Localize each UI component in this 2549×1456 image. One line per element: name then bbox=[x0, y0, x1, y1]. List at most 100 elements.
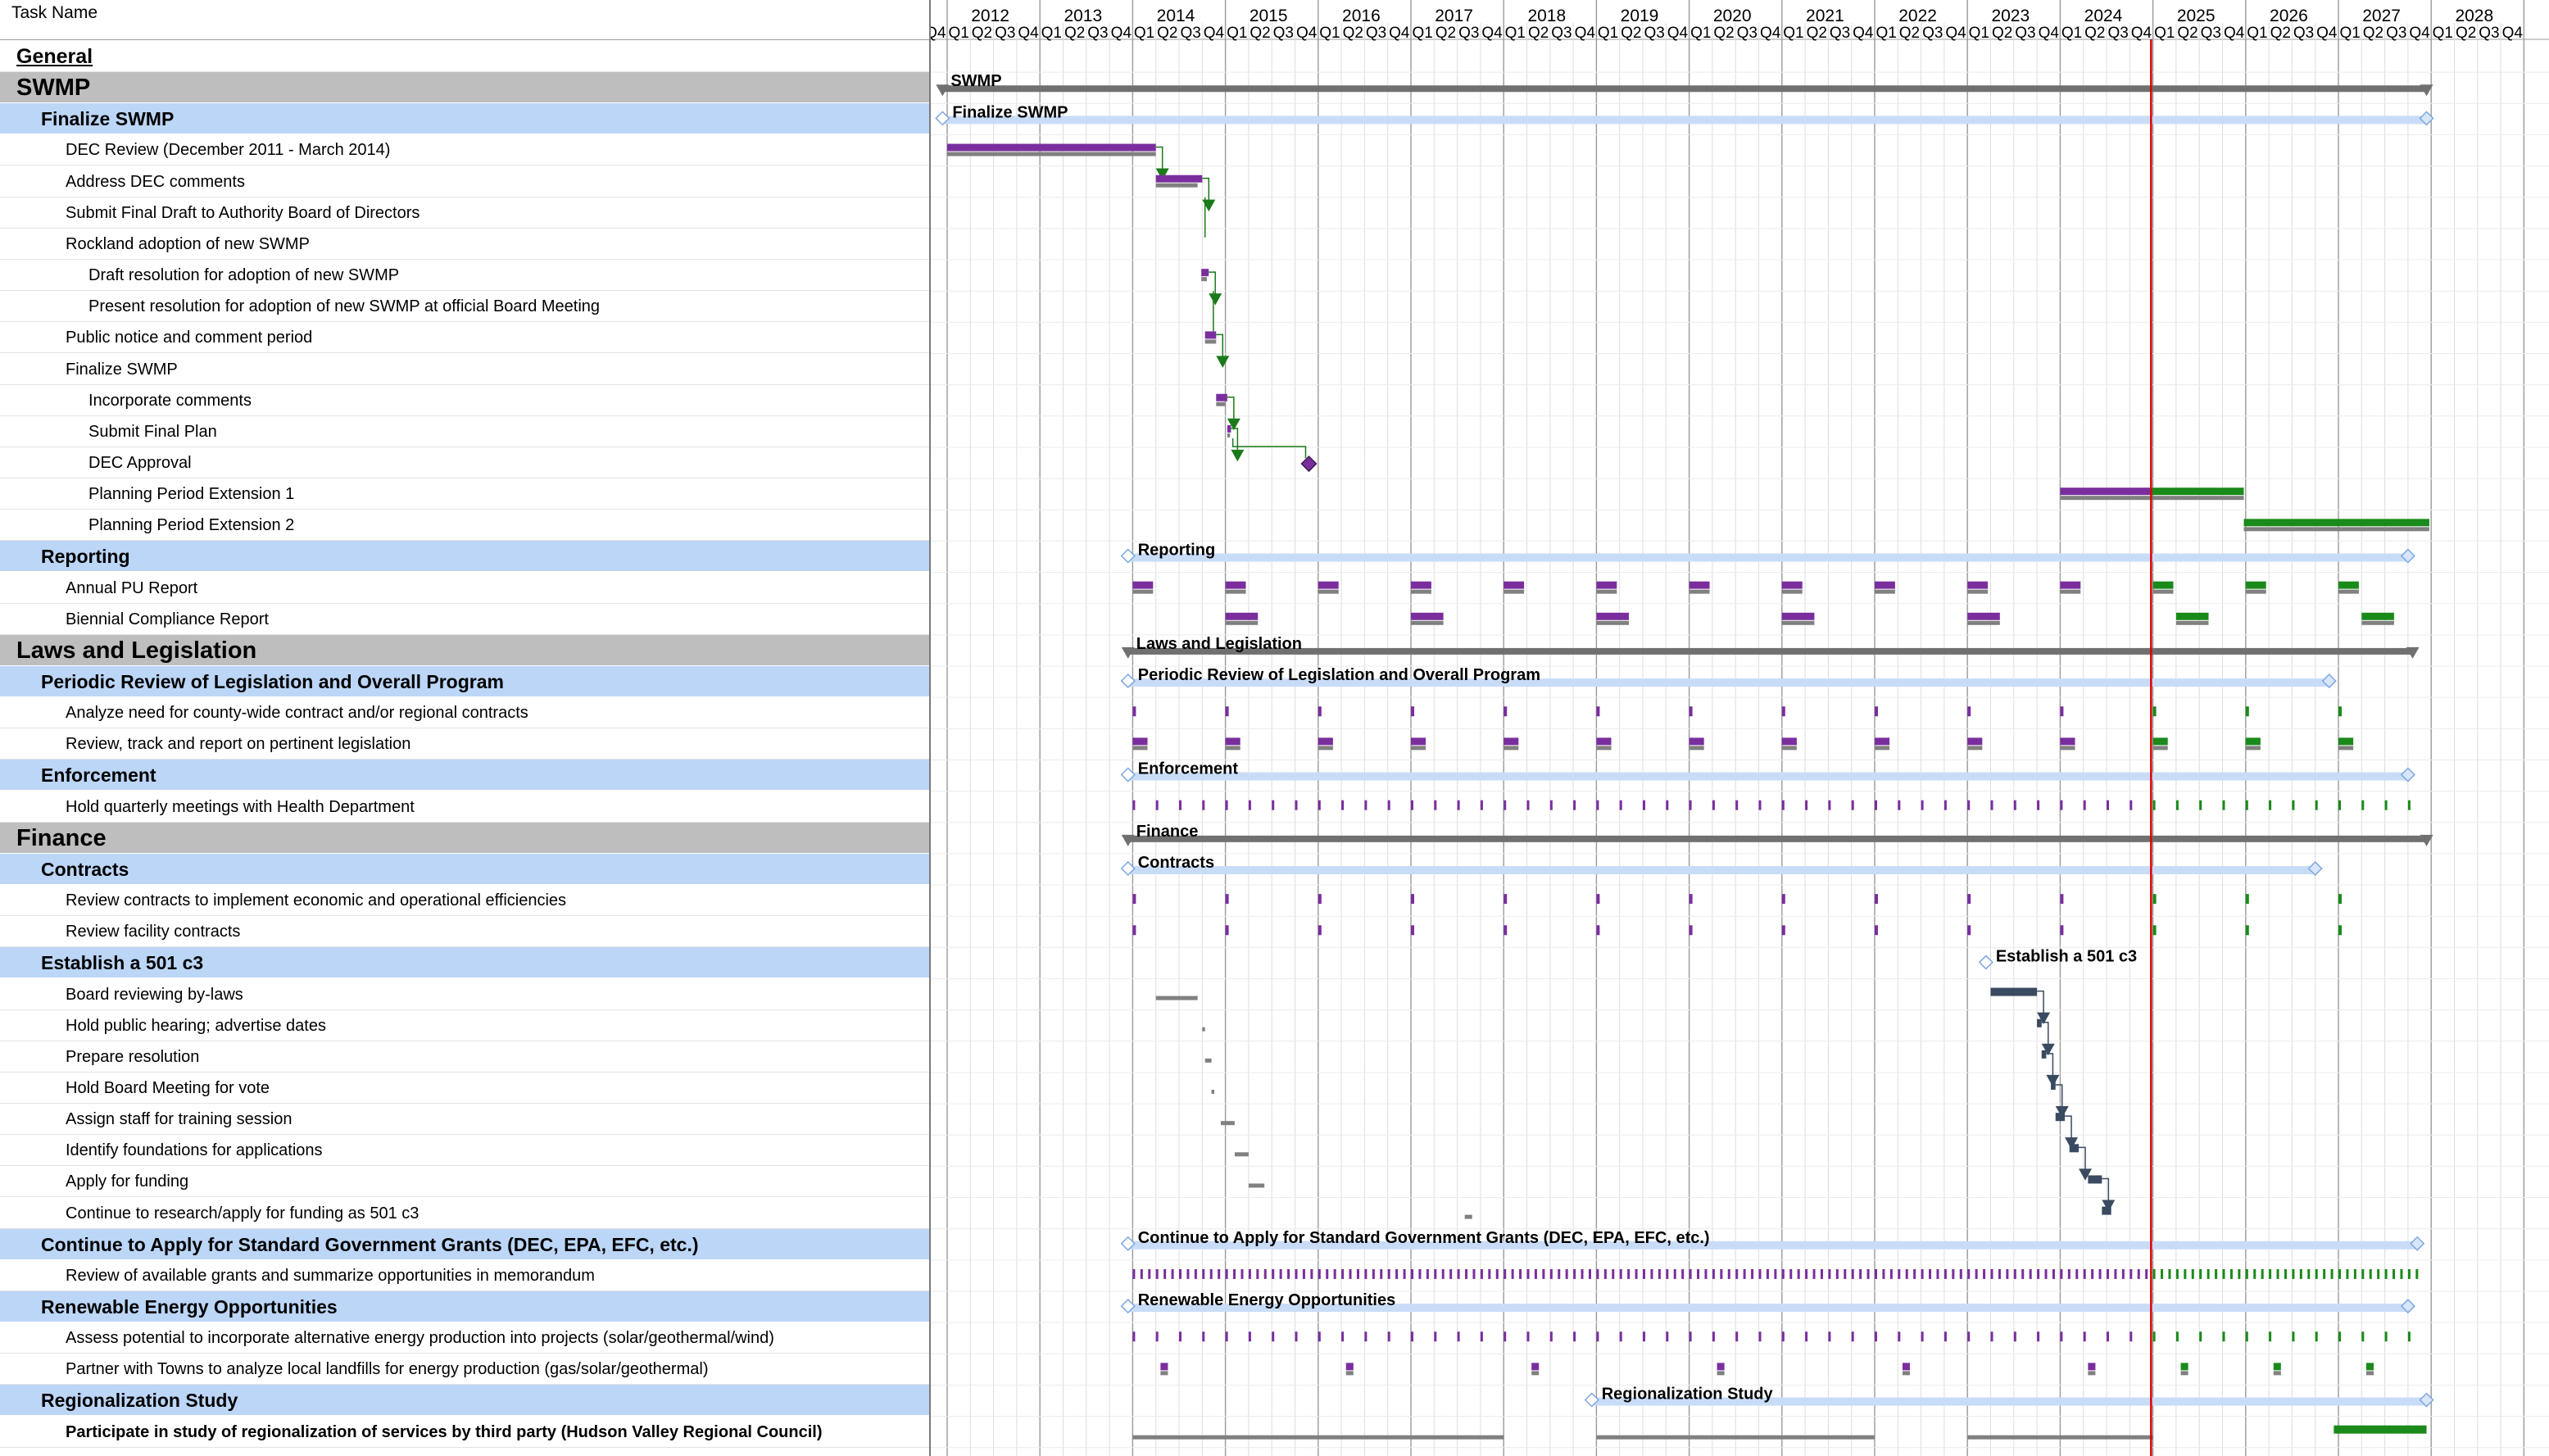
recurring-bar bbox=[1781, 612, 1815, 620]
monthly-tick bbox=[1457, 1268, 1460, 1279]
quarterly-tick bbox=[2361, 1331, 2365, 1342]
task-name-label: General bbox=[16, 45, 93, 68]
task-name-label: Apply for funding bbox=[66, 1173, 189, 1191]
task-row[interactable]: Hold Board Meeting for vote bbox=[0, 1073, 929, 1104]
task-row[interactable]: Assess potential to incorporate alternat… bbox=[0, 1322, 929, 1354]
quarter-label: Q2 bbox=[1250, 25, 1270, 42]
quarterly-tick bbox=[2175, 1331, 2179, 1342]
task-row[interactable]: Review facility contracts bbox=[0, 916, 929, 948]
task-row[interactable]: Contracts bbox=[0, 853, 929, 885]
monthly-tick bbox=[1302, 1268, 1305, 1279]
baseline-bar bbox=[1596, 746, 1612, 751]
recurring-bar bbox=[1318, 581, 1339, 589]
task-row[interactable]: DEC Approval bbox=[0, 447, 929, 479]
task-row[interactable]: Public notice and comment period bbox=[0, 322, 929, 354]
recurring-bar bbox=[1132, 737, 1148, 746]
task-row[interactable]: Review, track and report on pertinent le… bbox=[0, 728, 929, 760]
task-row[interactable]: Present resolution for adoption of new S… bbox=[0, 291, 929, 323]
monthly-tick bbox=[2184, 1268, 2187, 1279]
task-row[interactable]: Board reviewing by-laws bbox=[0, 979, 929, 1010]
task-row[interactable]: Submit Final Draft to Authority Board of… bbox=[0, 197, 929, 229]
monthly-tick bbox=[1372, 1268, 1375, 1279]
monthly-tick bbox=[1812, 1268, 1816, 1279]
monthly-tick bbox=[1573, 1268, 1576, 1279]
task-row[interactable]: Review contracts to implement economic a… bbox=[0, 885, 929, 917]
task-row[interactable]: Continue to Apply for Standard Governmen… bbox=[0, 1228, 929, 1260]
task-row[interactable]: Incorporate comments bbox=[0, 385, 929, 416]
quarterly-tick bbox=[1712, 1331, 1715, 1342]
task-row[interactable]: Periodic Review of Legislation and Overa… bbox=[0, 666, 929, 697]
task-row[interactable]: Continue to research/apply for funding a… bbox=[0, 1198, 929, 1229]
quarter-label: Q2 bbox=[1807, 25, 1827, 42]
baseline-bar bbox=[947, 152, 1156, 156]
task-row[interactable]: Finance bbox=[0, 822, 929, 854]
task-row[interactable]: Finalize SWMP bbox=[0, 103, 929, 135]
task-row[interactable]: Renewable Energy Opportunities bbox=[0, 1291, 929, 1322]
task-name-label: Continue to research/apply for funding a… bbox=[66, 1204, 420, 1222]
task-name-label: Annual PU Report bbox=[66, 578, 198, 597]
quarterly-tick bbox=[1921, 800, 1924, 810]
task-row[interactable]: Planning Period Extension 2 bbox=[0, 510, 929, 542]
task-row[interactable]: Establish a 501 c3 bbox=[0, 947, 929, 979]
monthly-tick bbox=[1998, 1268, 2001, 1279]
task-row[interactable]: Finalize SWMP bbox=[0, 354, 929, 385]
monthly-tick bbox=[1380, 1268, 1383, 1279]
summary-bar bbox=[1127, 553, 2408, 562]
task-row[interactable]: DEC Review (December 2011 - March 2014) bbox=[0, 134, 929, 166]
quarter-label: Q1 bbox=[1041, 25, 1062, 42]
task-row[interactable]: Submit Final Plan bbox=[0, 416, 929, 447]
task-name-label: Participate in study of regionalization … bbox=[66, 1422, 823, 1441]
task-row[interactable]: Assign staff for training session bbox=[0, 1104, 929, 1136]
task-row[interactable]: Draft resolution for adoption of new SWM… bbox=[0, 260, 929, 292]
task-name-column-header[interactable]: Task Name bbox=[0, 0, 929, 40]
quarterly-tick bbox=[1132, 800, 1136, 810]
task-row[interactable]: Hold quarterly meetings with Health Depa… bbox=[0, 792, 929, 823]
task-row[interactable]: Review of available grants and summarize… bbox=[0, 1260, 929, 1291]
task-row[interactable]: General bbox=[0, 41, 929, 72]
recurring-tick bbox=[1504, 925, 1508, 936]
task-row[interactable]: Planning Period Extension 1 bbox=[0, 479, 929, 510]
monthly-tick bbox=[1225, 1268, 1228, 1279]
task-row[interactable]: SWMP bbox=[0, 72, 929, 104]
task-row[interactable]: Annual PU Report bbox=[0, 573, 929, 604]
task-row[interactable]: Address DEC comments bbox=[0, 166, 929, 197]
task-row[interactable]: Analyze need for county-wide contract an… bbox=[0, 697, 929, 729]
recurring-tick bbox=[2245, 925, 2249, 936]
monthly-tick bbox=[1751, 1268, 1754, 1279]
task-name-label: Address DEC comments bbox=[66, 172, 245, 191]
quarter-label: Q2 bbox=[972, 25, 992, 42]
task-row[interactable]: Participate in study of regionalization … bbox=[0, 1417, 929, 1448]
recurring-bar bbox=[1504, 581, 1525, 589]
monthly-tick bbox=[2107, 1268, 2109, 1279]
recurring-tick bbox=[1132, 706, 1136, 717]
monthly-tick bbox=[1233, 1268, 1236, 1279]
recurring-bar bbox=[1411, 581, 1431, 589]
monthly-tick bbox=[1140, 1268, 1143, 1279]
year-label: 2019 bbox=[1621, 7, 1659, 25]
task-row[interactable]: Identify foundations for applications bbox=[0, 1135, 929, 1167]
task-row[interactable]: Prepare resolution bbox=[0, 1041, 929, 1073]
task-row[interactable]: Hold public hearing; advertise dates bbox=[0, 1010, 929, 1041]
task-row[interactable]: Regionalization Study bbox=[0, 1385, 929, 1417]
monthly-tick bbox=[2145, 1268, 2148, 1279]
task-row[interactable]: Biennial Compliance Report bbox=[0, 604, 929, 635]
task-row[interactable]: Apply for funding bbox=[0, 1166, 929, 1198]
bar-label: Contracts bbox=[1138, 854, 1214, 872]
task-name-label: Planning Period Extension 2 bbox=[88, 516, 295, 535]
task-row[interactable]: Laws and Legislation bbox=[0, 634, 929, 666]
monthly-tick bbox=[2083, 1268, 2086, 1279]
task-row[interactable]: Partner with Towns to analyze local land… bbox=[0, 1354, 929, 1386]
recurring-bar bbox=[2180, 1363, 2188, 1371]
summary-bar bbox=[942, 85, 2427, 93]
baseline-bar bbox=[1160, 1371, 1168, 1376]
task-row[interactable]: Reporting bbox=[0, 541, 929, 573]
quarterly-tick bbox=[1434, 1331, 1437, 1342]
recurring-bar bbox=[1225, 581, 1246, 589]
task-name-label: Hold quarterly meetings with Health Depa… bbox=[66, 797, 415, 816]
task-name-label: Renewable Energy Opportunities bbox=[41, 1296, 338, 1318]
year-label: 2025 bbox=[2177, 7, 2216, 25]
task-row[interactable]: Rockland adoption of new SWMP bbox=[0, 229, 929, 260]
recurring-tick bbox=[1875, 706, 1878, 717]
task-row[interactable]: Enforcement bbox=[0, 760, 929, 792]
quarterly-tick bbox=[2315, 1331, 2318, 1342]
